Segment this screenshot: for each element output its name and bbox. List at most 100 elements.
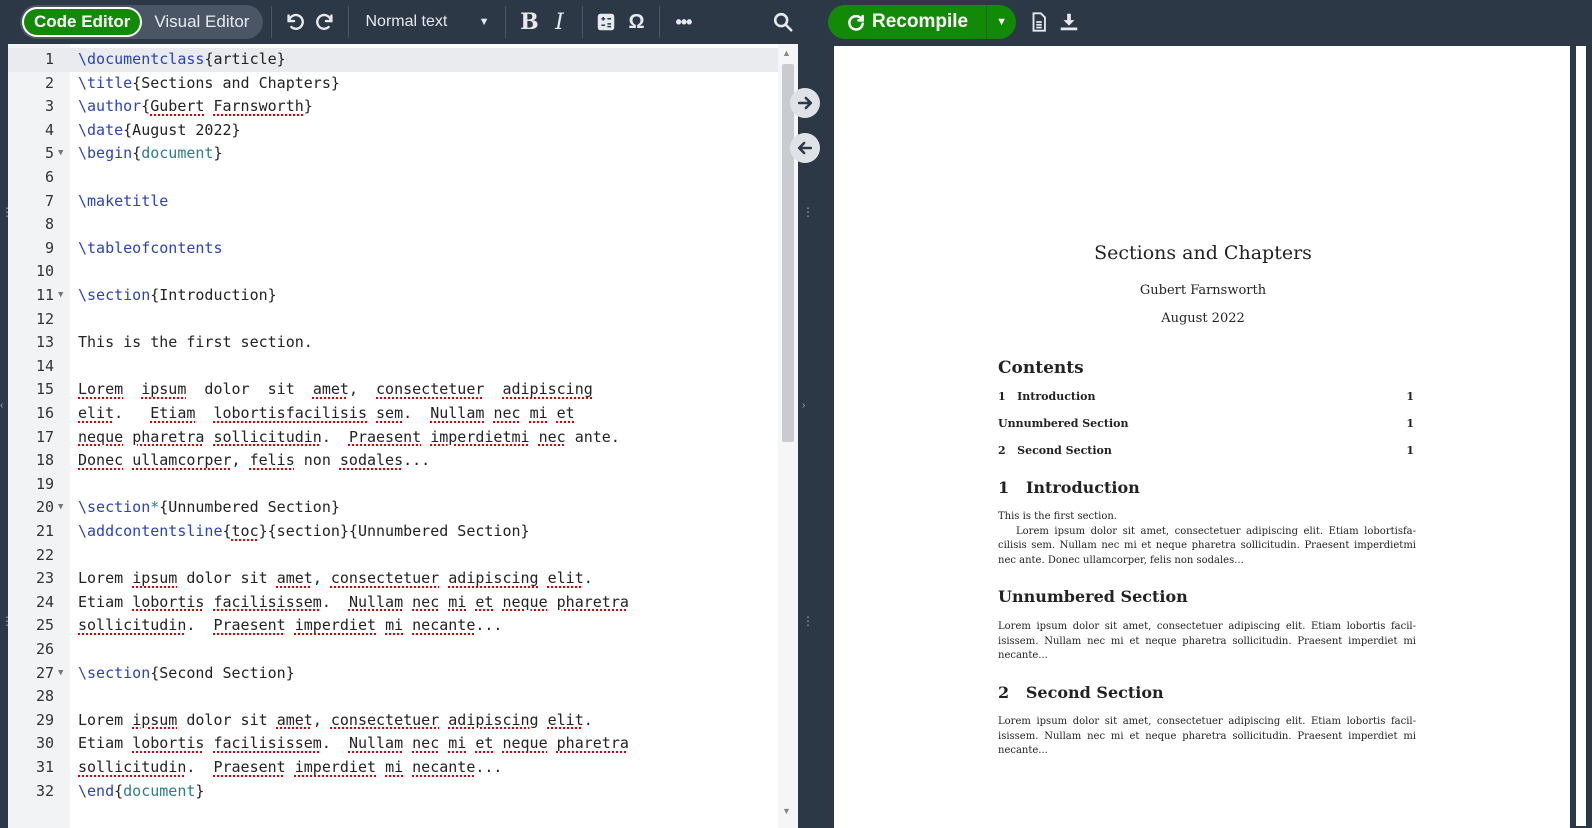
spelling-error[interactable]: et [475, 593, 493, 611]
bold-button[interactable]: B [514, 7, 544, 37]
drag-handle-icon[interactable]: ⋮ [802, 614, 814, 636]
spelling-error[interactable]: mi [448, 593, 466, 611]
code-line[interactable]: 19 [8, 473, 778, 497]
spelling-error[interactable]: Etiam [150, 404, 195, 422]
code-line[interactable]: 4 \date{August 2022} [8, 119, 778, 143]
code-line[interactable]: 10 [8, 260, 778, 284]
pdf-page[interactable]: Sections and Chapters Gubert Farnsworth … [834, 46, 1572, 828]
code-line[interactable]: 30 Etiam lobortis facilisissem. Nullam n… [8, 732, 778, 756]
spelling-error[interactable]: sollicitudin [78, 616, 186, 634]
fold-arrow-icon[interactable]: ▼ [58, 496, 63, 520]
spelling-error[interactable]: mi [530, 404, 548, 422]
pdf-preview[interactable]: Sections and Chapters Gubert Farnsworth … [820, 44, 1592, 828]
spelling-error[interactable]: ullamcorper [132, 451, 231, 469]
code-line[interactable]: 22 [8, 544, 778, 568]
spelling-error[interactable]: sem [376, 404, 403, 422]
sync-to-pdf-button[interactable] [790, 88, 820, 118]
spelling-error[interactable]: lobortisfacilisis [213, 404, 367, 422]
text-style-dropdown[interactable]: Normal text ▼ [357, 13, 497, 31]
code-line[interactable]: 24 Etiam lobortis facilisissem. Nullam n… [8, 591, 778, 615]
code-line[interactable]: 21 \addcontentsline{toc}{section}{Unnumb… [8, 520, 778, 544]
spelling-error[interactable]: facilisissem [213, 593, 321, 611]
spelling-error[interactable]: nec [493, 404, 520, 422]
code-line[interactable]: 31 sollicitudin. Praesent imperdiet mi n… [8, 756, 778, 780]
spelling-error[interactable]: Donec [78, 451, 123, 469]
spelling-error[interactable]: imperdiet [295, 616, 376, 634]
spelling-error[interactable]: elit [78, 404, 114, 422]
spelling-error[interactable]: adipiscing [502, 380, 592, 398]
spelling-error[interactable]: Praesent [349, 428, 421, 446]
spelling-error[interactable]: toc [232, 522, 259, 540]
spelling-error[interactable]: lobortis [132, 734, 204, 752]
spelling-error[interactable]: sodales [340, 451, 403, 469]
spelling-error[interactable]: lobortis [132, 593, 204, 611]
redo-icon[interactable] [310, 7, 340, 37]
spelling-error[interactable]: amet [313, 380, 349, 398]
spelling-error[interactable]: et [557, 404, 575, 422]
spelling-error[interactable]: facilisissem [213, 734, 321, 752]
pdf-scrollbar[interactable] [1570, 44, 1592, 828]
code-line[interactable]: 11 ▼ \section{Introduction} [8, 284, 778, 308]
spelling-error[interactable]: adipiscing [448, 711, 538, 729]
spelling-error[interactable]: neque [502, 593, 547, 611]
spelling-error[interactable]: nec [412, 734, 439, 752]
spelling-error[interactable]: imperdietmi [430, 428, 529, 446]
symbol-button[interactable]: Ω [621, 7, 651, 37]
spelling-error[interactable]: et [475, 734, 493, 752]
code-line[interactable]: 18 Donec ullamcorper, felis non sodales.… [8, 449, 778, 473]
spelling-error[interactable]: neque [502, 734, 547, 752]
code-line[interactable]: 27 ▼ \section{Second Section} [8, 662, 778, 686]
code-line[interactable]: 15 Lorem ipsum dolor sit amet, consectet… [8, 378, 778, 402]
spelling-error[interactable]: Praesent [213, 616, 285, 634]
undo-icon[interactable] [280, 7, 310, 37]
collapse-left-chevron-icon[interactable]: ‹ [0, 400, 5, 422]
spelling-error[interactable]: pharetra [132, 428, 204, 446]
spelling-error[interactable]: consectetuer [331, 569, 439, 587]
code-line[interactable]: 20 ▼ \section*{Unnumbered Section} [8, 496, 778, 520]
recompile-button[interactable]: Recompile [828, 5, 986, 39]
code-line[interactable]: 14 [8, 355, 778, 379]
editor-scrollbar-thumb[interactable] [782, 64, 794, 442]
scroll-down-icon[interactable]: ▼ [782, 806, 791, 816]
collapse-right-chevron-icon[interactable]: › [802, 400, 807, 422]
spelling-error[interactable]: Lorem [78, 380, 123, 398]
spelling-error[interactable]: Nullam [349, 593, 403, 611]
recompile-options-caret-icon[interactable]: ▼ [986, 5, 1016, 39]
spelling-error[interactable]: consectetuer [376, 380, 484, 398]
pdf-toc-entry[interactable]: 1 Introduction 1 [998, 390, 1414, 403]
spelling-error[interactable]: Praesent [213, 758, 285, 776]
fold-arrow-icon[interactable]: ▼ [58, 142, 63, 166]
spelling-error[interactable]: amet [277, 711, 313, 729]
code-line[interactable]: 12 [8, 308, 778, 332]
pdf-scrollbar-track[interactable] [1576, 46, 1586, 826]
search-icon[interactable] [768, 7, 798, 37]
code-line[interactable]: 23 Lorem ipsum dolor sit amet, consectet… [8, 567, 778, 591]
sync-to-code-button[interactable] [790, 133, 820, 163]
spelling-error[interactable]: ipsum [132, 711, 177, 729]
pdf-toc-entry[interactable]: 2 Second Section 1 [998, 444, 1414, 457]
spelling-error[interactable]: elit [548, 569, 584, 587]
spelling-error[interactable]: mi [385, 758, 403, 776]
spelling-error[interactable]: consectetuer [331, 711, 439, 729]
fold-arrow-icon[interactable]: ▼ [58, 662, 63, 686]
code-line[interactable]: 13 This is the first section. [8, 331, 778, 355]
code-editor[interactable]: 1 \documentclass{article} 2 \title{Secti… [8, 44, 798, 828]
fold-arrow-icon[interactable]: ▼ [58, 284, 63, 308]
code-line[interactable]: 5 ▼ \begin{document} [8, 142, 778, 166]
code-line[interactable]: 17 neque pharetra sollicitudin. Praesent… [8, 426, 778, 450]
spelling-error[interactable]: imperdiet [295, 758, 376, 776]
code-line[interactable]: 8 [8, 213, 778, 237]
spelling-error[interactable]: mi [448, 734, 466, 752]
math-button[interactable] [591, 7, 621, 37]
spelling-error[interactable]: adipiscing [448, 569, 538, 587]
spelling-error[interactable]: pharetra [557, 593, 629, 611]
download-icon[interactable] [1054, 7, 1084, 37]
spelling-error[interactable]: Farnsworth [213, 97, 303, 115]
drag-handle-icon[interactable]: ⋮ [802, 205, 814, 227]
editor-scrollbar[interactable]: ▲ ▼ [778, 44, 798, 828]
scroll-up-icon[interactable]: ▲ [782, 48, 791, 58]
code-editor-button[interactable]: Code Editor [22, 7, 143, 37]
spelling-error[interactable]: necante [412, 616, 475, 634]
more-options-icon[interactable]: ••• [668, 7, 698, 37]
code-line[interactable]: 3 \author{Gubert Farnsworth} [8, 95, 778, 119]
